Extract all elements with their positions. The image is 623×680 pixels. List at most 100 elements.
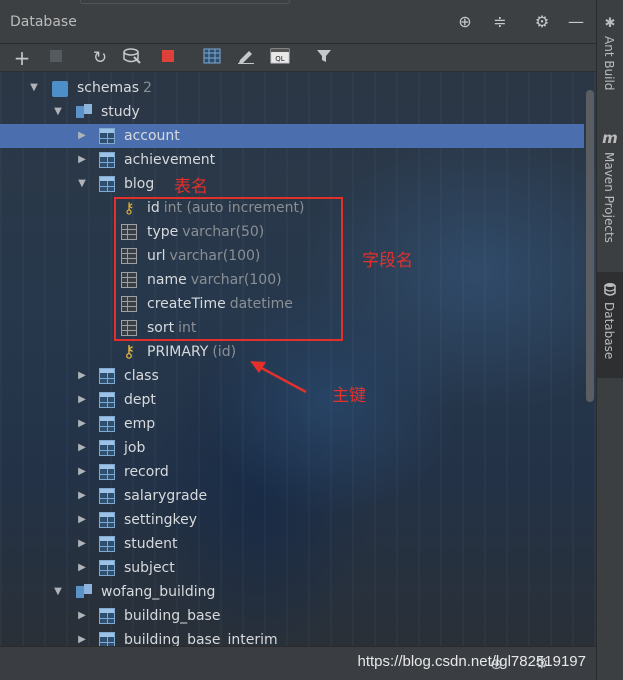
edit-icon[interactable] — [236, 48, 256, 68]
collapsed-arrow-icon[interactable]: ▶ — [76, 148, 88, 172]
expand-arrow-icon[interactable]: ▼ — [28, 76, 40, 100]
collapsed-arrow-icon[interactable]: ▶ — [76, 484, 88, 508]
tree-node-wofang-building[interactable]: ▼ wofang_building — [0, 580, 584, 604]
table-view-icon[interactable] — [202, 48, 222, 68]
table-icon — [99, 464, 115, 480]
annotation-field-names: 字段名 — [362, 251, 413, 271]
table-icon — [99, 392, 115, 408]
minimize-icon[interactable]: — — [566, 12, 586, 32]
watermark-text: https://blog.csdn.net/lgl782519197 — [357, 653, 586, 670]
refresh-icon[interactable]: ↻ — [90, 48, 110, 68]
collapsed-arrow-icon[interactable]: ▶ — [76, 388, 88, 412]
table-icon — [99, 536, 115, 552]
add-target-icon[interactable]: ⊕ — [455, 12, 475, 32]
collapsed-arrow-icon[interactable]: ▶ — [76, 460, 88, 484]
primary-key-icon: ⚷ — [122, 342, 136, 362]
collapsed-arrow-icon[interactable]: ▶ — [76, 556, 88, 580]
tree-node-table[interactable]: ▶ building_base — [0, 604, 584, 628]
annotation-table-name: 表名 — [174, 177, 208, 197]
table-label: dept — [124, 392, 156, 408]
stop-icon[interactable] — [158, 48, 178, 68]
maven-icon: m — [602, 129, 618, 147]
window-title: Database — [10, 14, 77, 30]
side-tab-label: Maven Projects — [602, 152, 616, 243]
table-label: blog — [124, 176, 155, 192]
schema-icon — [76, 104, 92, 120]
toolbar: + ↻ QL — [0, 44, 596, 72]
svg-text:QL: QL — [275, 55, 285, 63]
side-tab-label: Database — [602, 302, 616, 360]
console-icon[interactable]: QL — [270, 48, 290, 68]
table-label: class — [124, 368, 159, 384]
table-icon — [99, 512, 115, 528]
side-tab-label: Ant Build — [602, 36, 616, 91]
schema-label: wofang_building — [101, 584, 216, 600]
table-icon — [99, 440, 115, 456]
table-icon — [99, 488, 115, 504]
tree-node-study[interactable]: ▼ study — [0, 100, 584, 124]
tree-node-table[interactable]: ▶ subject — [0, 556, 584, 580]
filter-icon[interactable] — [314, 48, 334, 68]
table-icon — [99, 608, 115, 624]
tree-node-table[interactable]: ▶ salarygrade — [0, 484, 584, 508]
table-label: student — [124, 536, 178, 552]
tree-node-table-account[interactable]: ▶ account — [0, 124, 584, 148]
table-icon — [99, 368, 115, 384]
collapsed-arrow-icon[interactable]: ▶ — [76, 124, 88, 148]
table-label: account — [124, 128, 180, 144]
collapsed-arrow-icon[interactable]: ▶ — [76, 364, 88, 388]
settings-icon[interactable]: ⚙ — [532, 12, 552, 32]
key-detail: (id) — [212, 344, 237, 360]
ant-icon: ✱ — [604, 16, 616, 31]
bottom-bar: ⊕ ⚙ https://blog.csdn.net/lgl782519197 — [0, 646, 596, 680]
scrollbar-thumb[interactable] — [586, 90, 594, 402]
title-bar: Database ⊕ ≑ ⚙ — — [0, 0, 596, 44]
table-icon — [99, 176, 115, 192]
collapse-icon[interactable]: ≑ — [490, 12, 510, 32]
tree-node-table[interactable]: ▶ job — [0, 436, 584, 460]
tree-node-table-achievement[interactable]: ▶ achievement — [0, 148, 584, 172]
table-icon — [99, 560, 115, 576]
tree-node-table[interactable]: ▶ record — [0, 460, 584, 484]
table-label: building_base — [124, 608, 221, 624]
collapsed-arrow-icon[interactable]: ▶ — [76, 532, 88, 556]
schemas-label: schemas — [77, 80, 139, 96]
tree-node-table[interactable]: ▶ emp — [0, 412, 584, 436]
side-tab-maven-projects[interactable]: m Maven Projects — [597, 124, 623, 254]
schema-icon — [76, 584, 92, 600]
schema-label: study — [101, 104, 140, 120]
side-tab-database[interactable]: Database — [597, 272, 623, 378]
table-label: job — [124, 440, 146, 456]
sync-icon[interactable] — [122, 48, 142, 68]
tree-node-table[interactable]: ▶ settingkey — [0, 508, 584, 532]
table-icon — [99, 128, 115, 144]
vertical-scrollbar[interactable] — [584, 76, 596, 646]
editor-tab-edge — [80, 0, 290, 4]
key-name: PRIMARY — [147, 344, 209, 360]
add-icon[interactable]: + — [12, 48, 32, 68]
tree-node-schemas[interactable]: ▼ schemas 2 — [0, 76, 584, 100]
table-icon — [99, 152, 115, 168]
table-label: emp — [124, 416, 156, 432]
tree-node-table[interactable]: ▶ student — [0, 532, 584, 556]
collapsed-arrow-icon[interactable]: ▶ — [76, 412, 88, 436]
table-label: achievement — [124, 152, 216, 168]
table-label: subject — [124, 560, 175, 576]
right-tool-strip: ✱ Ant Build m Maven Projects Database — [596, 0, 623, 680]
side-tab-ant-build[interactable]: ✱ Ant Build — [597, 10, 623, 120]
collapsed-arrow-icon[interactable]: ▶ — [76, 508, 88, 532]
table-label: salarygrade — [124, 488, 208, 504]
table-label: record — [124, 464, 169, 480]
folder-icon — [52, 81, 68, 97]
database-icon — [602, 282, 618, 298]
annotation-arrow — [250, 361, 307, 394]
annotation-primary-key: 主键 — [332, 386, 366, 406]
expand-arrow-icon[interactable]: ▼ — [76, 172, 88, 196]
copy-icon[interactable] — [46, 48, 66, 68]
expand-arrow-icon[interactable]: ▼ — [52, 580, 64, 604]
collapsed-arrow-icon[interactable]: ▶ — [76, 604, 88, 628]
expand-arrow-icon[interactable]: ▼ — [52, 100, 64, 124]
collapsed-arrow-icon[interactable]: ▶ — [76, 436, 88, 460]
table-label: settingkey — [124, 512, 198, 528]
tree-node-table-blog[interactable]: ▼ blog — [0, 172, 584, 196]
